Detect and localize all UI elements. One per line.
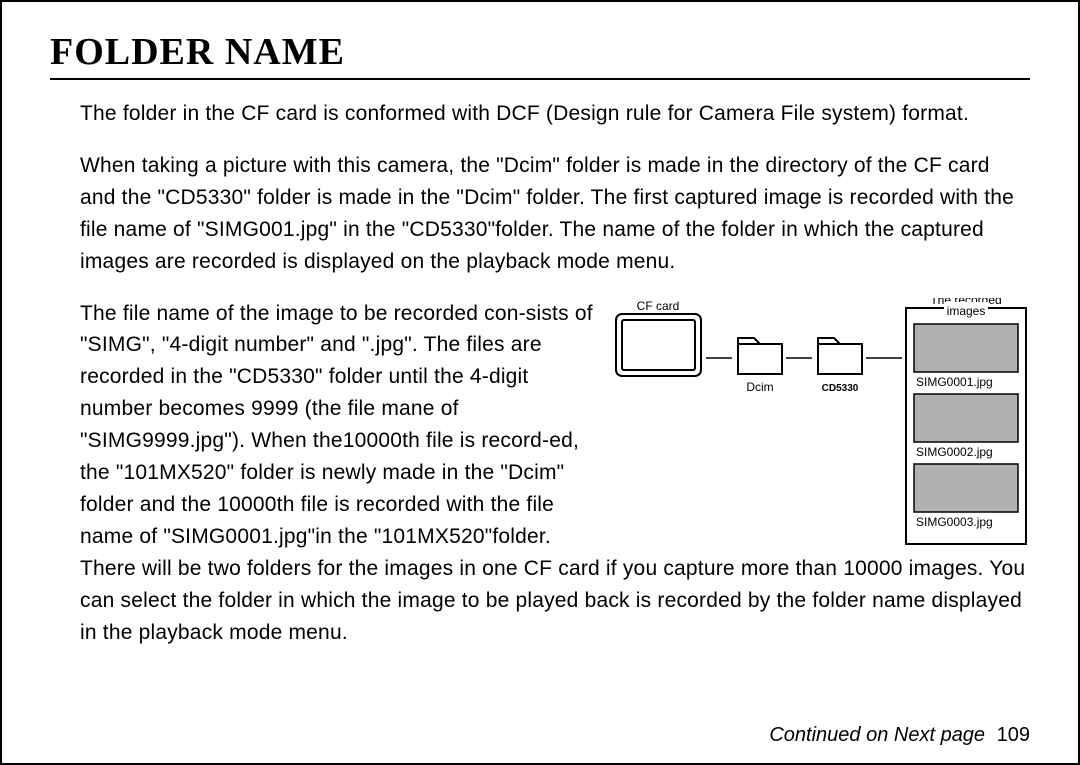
page-number: 109 (997, 724, 1030, 746)
thumb-2 (914, 394, 1018, 442)
page-frame: FOLDER NAME The folder in the CF card is… (0, 0, 1080, 765)
file3-label: SIMG0003.jpg (916, 515, 993, 529)
thumb-1 (914, 324, 1018, 372)
thumb-3 (914, 464, 1018, 512)
page-title: FOLDER NAME (50, 30, 345, 74)
cd5330-label: CD5330 (822, 383, 859, 394)
explanation-paragraph-3: There will be two folders for the images… (80, 553, 1030, 649)
explanation-paragraph-1: When taking a picture with this camera, … (80, 150, 1030, 278)
folder-diagram: CF card Dcim CD5330 (614, 298, 1030, 553)
recorded-subtitle: images (947, 304, 986, 318)
heading-rule: FOLDER NAME (50, 30, 1030, 80)
dcim-label: Dcim (746, 380, 773, 394)
intro-paragraph: The folder in the CF card is conformed w… (80, 98, 1030, 130)
cd5330-folder-icon (818, 338, 862, 374)
cf-card-outer (616, 314, 701, 376)
file1-label: SIMG0001.jpg (916, 375, 993, 389)
continued-label: Continued on Next page (769, 724, 985, 746)
diagram-svg: CF card Dcim CD5330 (614, 298, 1030, 548)
cf-card-label: CF card (637, 299, 680, 313)
page-footer: Continued on Next page 109 (769, 724, 1030, 747)
figure-row: The file name of the image to be recorde… (50, 298, 1030, 553)
explanation-paragraph-2: The file name of the image to be recorde… (80, 298, 596, 553)
dcim-folder-icon (738, 338, 782, 374)
cf-card-inner (622, 320, 695, 370)
file2-label: SIMG0002.jpg (916, 445, 993, 459)
